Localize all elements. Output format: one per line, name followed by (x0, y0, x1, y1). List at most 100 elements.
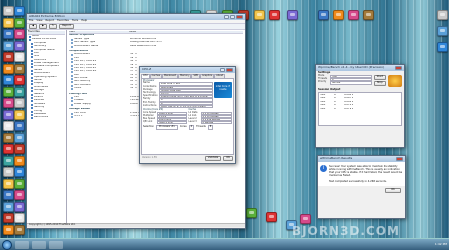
close-button[interactable] (395, 66, 402, 70)
validate-button[interactable]: Validate (204, 155, 222, 161)
program-icon[interactable] (14, 178, 25, 189)
benchmark-icon[interactable] (14, 75, 25, 85)
media-player-icon[interactable] (14, 155, 25, 166)
control-panel-icon[interactable] (3, 40, 14, 51)
back-button[interactable]: ◀ (29, 24, 37, 29)
archive-icon[interactable] (14, 224, 25, 235)
tree-node-icon (31, 83, 33, 86)
browser-icon[interactable] (14, 6, 25, 16)
row-icon (71, 71, 73, 74)
browser-icon[interactable] (14, 167, 25, 177)
detail-row[interactable]: Motherboard Name Asus Sabertooth X58 (69, 45, 243, 48)
maximize-button[interactable] (230, 15, 235, 19)
menu-item[interactable]: File (29, 19, 33, 23)
recycle-bin-icon[interactable] (14, 98, 25, 108)
taskbar-app-aida64[interactable] (15, 240, 29, 249)
document-icon[interactable] (3, 121, 14, 131)
row-icon (71, 45, 73, 48)
clocks-group: Clocks (Core #0) Core Speed 4200.1 MHz Mul… (143, 108, 187, 125)
document-icon[interactable] (14, 52, 25, 62)
network-icon[interactable] (318, 10, 329, 20)
start-button[interactable] (2, 239, 12, 250)
game-icon[interactable] (14, 190, 25, 200)
recycle-bin-icon[interactable] (3, 6, 14, 16)
media-player-icon[interactable] (3, 224, 14, 235)
menu-item[interactable]: Report (46, 19, 55, 23)
control-panel-icon[interactable] (3, 201, 14, 212)
cpuz-window[interactable]: CPU-Z CPU Caches Mainboard Memory SPD Graphic… (139, 66, 236, 164)
utility-icon[interactable] (3, 109, 14, 120)
browser-icon[interactable] (3, 75, 14, 85)
utility-icon[interactable] (14, 40, 25, 51)
network-icon[interactable] (3, 190, 14, 200)
security-icon[interactable] (14, 144, 25, 154)
control-panel-icon[interactable] (14, 132, 25, 143)
game-icon[interactable] (14, 29, 25, 39)
column-field[interactable]: Field (69, 31, 129, 33)
stop-button[interactable]: Stop (373, 80, 386, 86)
network-icon[interactable] (3, 29, 14, 39)
utility-icon[interactable] (14, 201, 25, 212)
column-value[interactable]: Value (129, 31, 136, 33)
minimize-button[interactable] (220, 68, 225, 72)
dialog-ok-button[interactable]: OK (385, 187, 401, 193)
folder-icon[interactable] (254, 10, 265, 20)
wprime-window[interactable]: Wprime/Bench v1.4 - by UberCID (Precisio… (315, 64, 405, 148)
tool-icon[interactable] (3, 155, 14, 166)
recycle-bin-icon[interactable] (3, 167, 14, 177)
taskbar-app-cpuz[interactable] (32, 240, 46, 249)
tree-item[interactable]: Benchmark (28, 116, 65, 120)
start-button[interactable]: Start (373, 74, 386, 80)
aida64-tree-panel[interactable]: Favorites Menu AIDA64 v2.00.1000 Computer S… (27, 30, 67, 223)
close-button[interactable] (396, 157, 403, 161)
control-panel-icon[interactable] (437, 26, 448, 36)
folder-icon[interactable] (14, 109, 25, 120)
refresh-button[interactable]: ↻ (49, 24, 58, 29)
taskbar-app-wprime[interactable] (49, 240, 63, 249)
utility-icon[interactable] (287, 10, 298, 20)
security-icon[interactable] (3, 52, 14, 62)
game-icon[interactable] (3, 98, 14, 108)
game-icon[interactable] (348, 10, 359, 20)
document-icon[interactable] (14, 213, 25, 223)
session-output-list[interactable]: 32M 8 4.282 s 32M 8 4.267 s 32M 8 4.281 s 32M 8 4.2… (318, 91, 402, 126)
menu-item[interactable]: Tools (72, 19, 78, 23)
tool-icon[interactable] (14, 86, 25, 97)
menu-item[interactable]: Favorites (57, 19, 69, 23)
benchmark-icon[interactable] (269, 10, 280, 20)
close-button[interactable] (226, 68, 233, 72)
menu-item[interactable]: View (36, 19, 42, 23)
media-player-icon[interactable] (333, 10, 344, 20)
report-button[interactable]: Report (59, 24, 74, 29)
program-icon[interactable] (246, 208, 257, 218)
taskbar-clock[interactable]: 1:42 PM (435, 242, 447, 246)
ok-button[interactable]: OK (223, 155, 233, 161)
archive-icon[interactable] (3, 132, 14, 143)
network-icon[interactable] (14, 121, 25, 131)
folder-icon[interactable] (3, 178, 14, 189)
menu-item[interactable]: Help (81, 19, 87, 23)
folder-icon[interactable] (3, 17, 14, 28)
security-icon[interactable] (3, 213, 14, 223)
result-mode: 32M (320, 107, 326, 110)
media-player-icon[interactable] (3, 63, 14, 74)
taskbar: 1:42 PM (0, 238, 449, 250)
selection-dropdown[interactable]: Processor #1 (156, 125, 178, 131)
tree-node-icon (31, 90, 33, 93)
minimize-button[interactable] (224, 15, 229, 19)
program-icon[interactable] (3, 86, 14, 97)
archive-icon[interactable] (14, 63, 25, 74)
results-dialog[interactable]: wPrimeBench Results i Success! Your syst… (317, 155, 406, 219)
forward-button[interactable]: ▶ (39, 24, 47, 29)
game-icon[interactable] (300, 214, 311, 224)
recycle-bin-icon[interactable] (437, 10, 448, 20)
result-row[interactable]: 32M 8 4.279 s (320, 108, 400, 111)
browser-icon[interactable] (437, 42, 448, 52)
benchmark-icon[interactable] (266, 212, 277, 222)
benchmark-icon[interactable] (3, 144, 14, 154)
archive-icon[interactable] (363, 10, 374, 20)
row-icon (71, 103, 73, 106)
close-button[interactable] (236, 15, 243, 19)
program-icon[interactable] (14, 17, 25, 28)
selection-label: Selection (143, 125, 155, 129)
